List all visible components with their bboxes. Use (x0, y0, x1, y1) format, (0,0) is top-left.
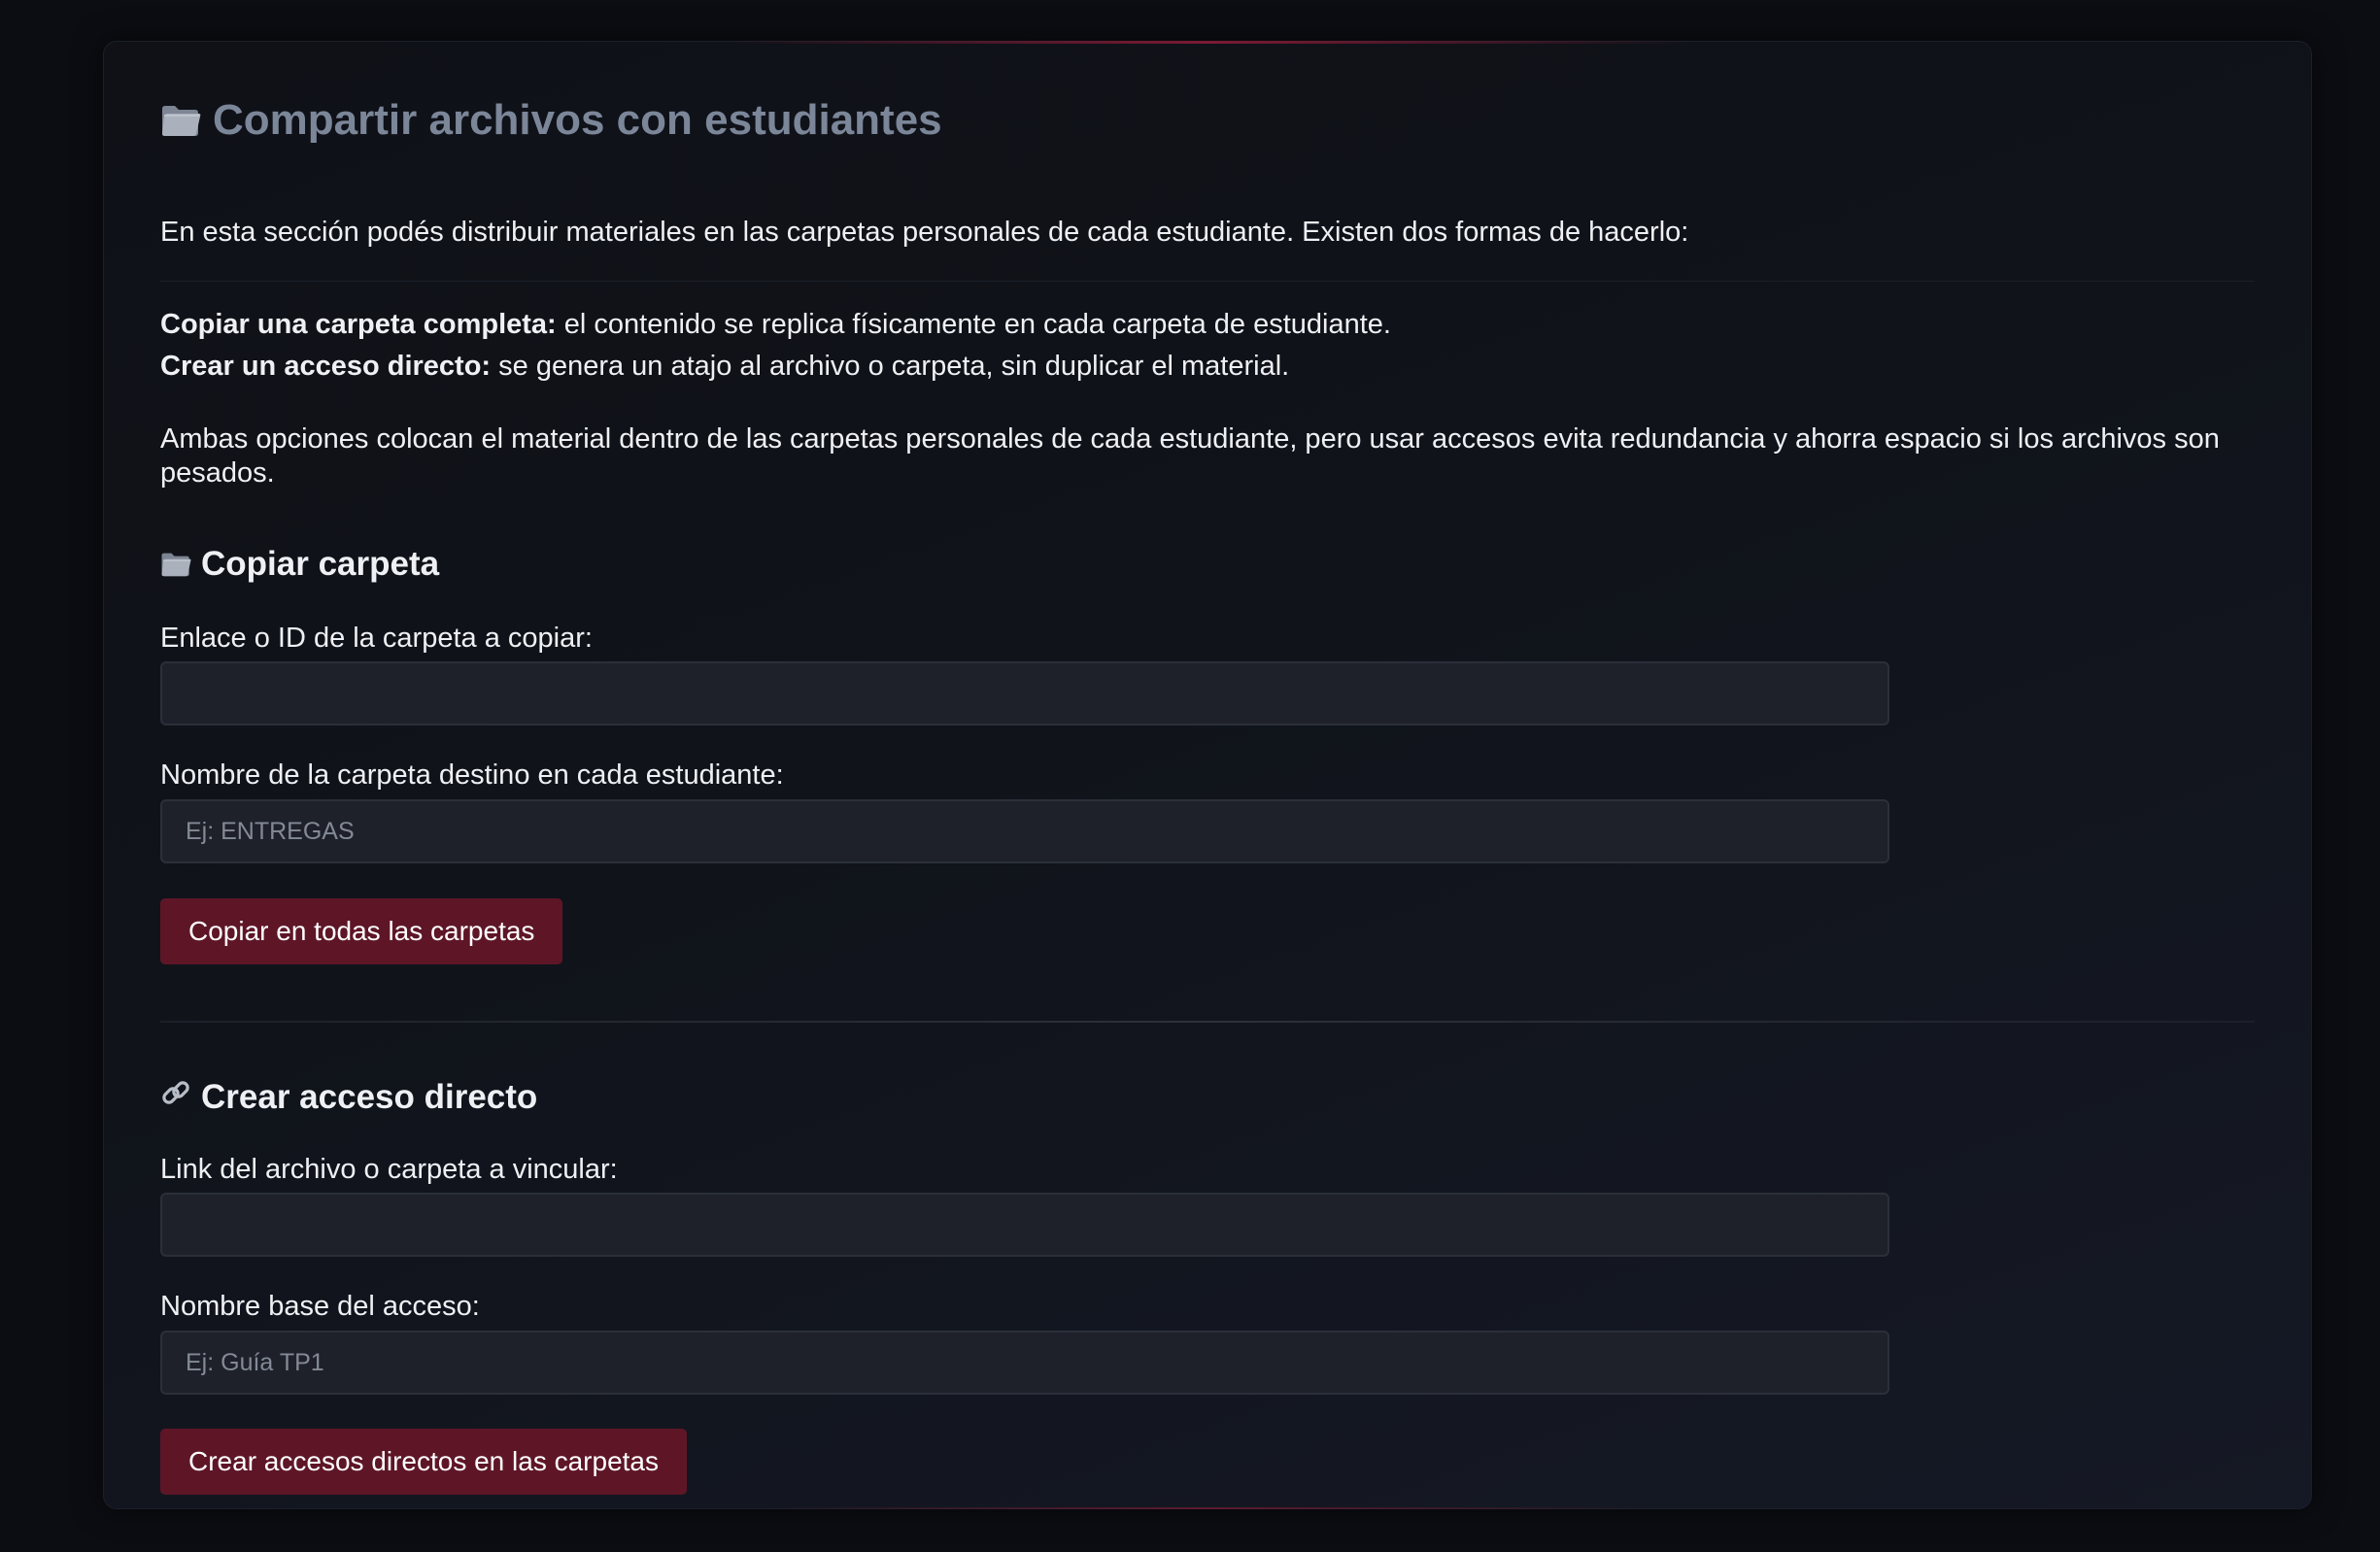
page-title: Compartir archivos con estudiantes (160, 96, 942, 145)
shortcut-name-input[interactable] (160, 1331, 1889, 1395)
option-copy-description: Copiar una carpeta completa: el contenid… (160, 309, 1391, 341)
intro-divider (160, 281, 2255, 282)
option-shortcut-bold: Crear un acceso directo: (160, 351, 492, 382)
folder-icon (160, 103, 201, 138)
shortcut-section-title-text: Crear acceso directo (201, 1077, 538, 1116)
copy-all-folders-button[interactable]: Copiar en todas las carpetas (160, 898, 563, 964)
destination-folder-label: Nombre de la carpeta destino en cada est… (160, 759, 784, 791)
section-divider (160, 1021, 2255, 1023)
source-folder-input[interactable] (160, 661, 1889, 725)
link-icon (160, 1077, 191, 1117)
option-shortcut-text: se genera un atajo al archivo o carpeta,… (491, 351, 1290, 382)
link-target-label: Link del archivo o carpeta a vincular: (160, 1154, 618, 1185)
copy-section-title: Copiar carpeta (160, 545, 439, 584)
destination-folder-input[interactable] (160, 799, 1889, 863)
link-target-input[interactable] (160, 1193, 1889, 1257)
folder-icon (160, 551, 191, 578)
option-shortcut-description: Crear un acceso directo: se genera un at… (160, 351, 1289, 383)
intro-text: En esta sección podés distribuir materia… (160, 217, 1689, 248)
source-folder-label: Enlace o ID de la carpeta a copiar: (160, 623, 593, 654)
shortcut-section-title: Crear acceso directo (160, 1077, 537, 1117)
create-shortcuts-button[interactable]: Crear accesos directos en las carpetas (160, 1429, 687, 1495)
option-copy-bold: Copiar una carpeta completa: (160, 309, 557, 340)
page-title-text: Compartir archivos con estudiantes (213, 96, 942, 144)
option-copy-text: el contenido se replica físicamente en c… (556, 309, 1391, 340)
intro-paragraph: Ambas opciones colocan el material dentr… (160, 423, 2220, 489)
copy-section-title-text: Copiar carpeta (201, 545, 440, 583)
share-files-card: Compartir archivos con estudiantes En es… (103, 41, 2312, 1509)
shortcut-name-label: Nombre base del acceso: (160, 1291, 480, 1322)
